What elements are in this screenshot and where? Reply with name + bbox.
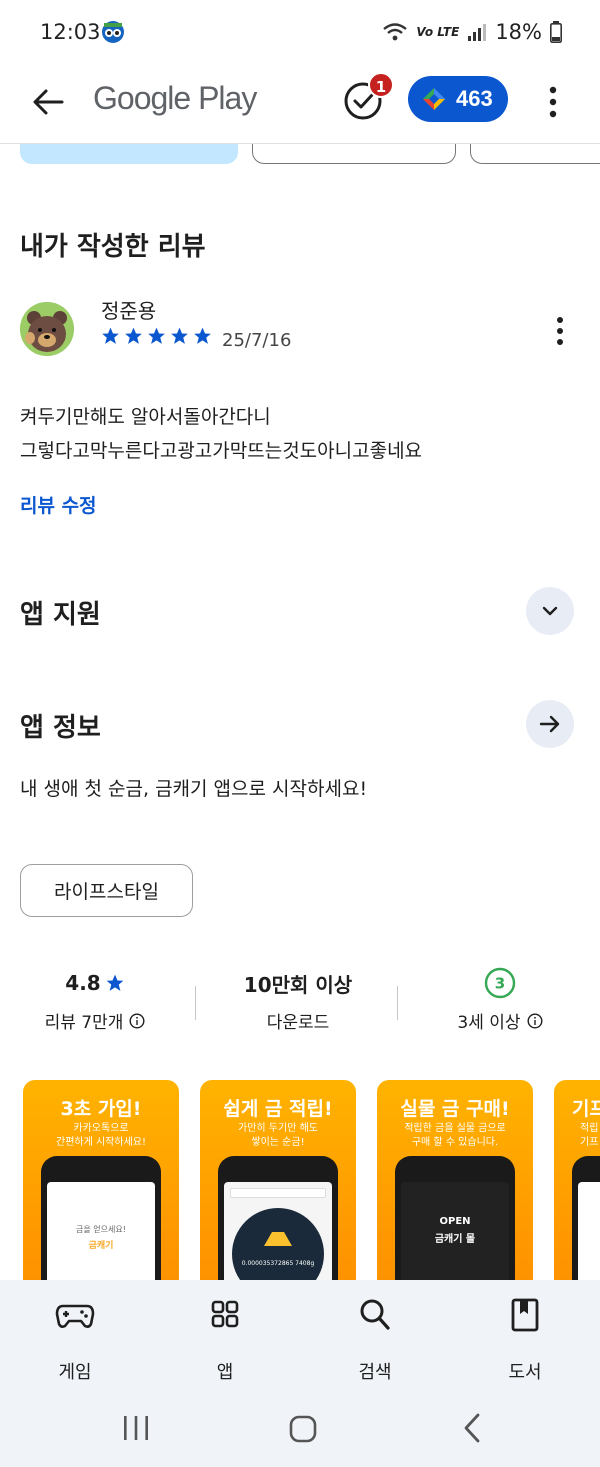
chevron-down-icon	[542, 606, 558, 616]
action-chip[interactable]	[252, 144, 456, 164]
star-icon	[194, 327, 211, 344]
play-points-icon	[423, 88, 445, 110]
rating-value: 4.8	[65, 971, 101, 995]
screenshot-title: 쉽게 금 적립!	[223, 1098, 333, 1120]
status-time: 12:03	[40, 20, 101, 44]
google-play-logo: Google Play	[93, 80, 257, 116]
review-text-line: 그렇다고막누른다고광고가막뜨는것도아니고좋네요	[20, 440, 423, 462]
nav-games-label: 게임	[58, 1362, 92, 1383]
bottom-navigation: 게임 앱 검색 도서	[0, 1280, 600, 1390]
battery-icon	[550, 21, 562, 43]
play-points-button[interactable]: 463	[408, 76, 508, 122]
about-app-title[interactable]: 앱 정보	[20, 707, 101, 744]
system-navigation	[0, 1390, 600, 1467]
screenshot-title: 3초 가입!	[60, 1098, 142, 1120]
gold-pile-icon	[264, 1232, 292, 1246]
star-icon	[125, 327, 142, 344]
star-icon	[171, 327, 188, 344]
reviewer-name: 정준용	[101, 299, 157, 323]
screenshot-subtitle: 카카오톡으로 간편하게 시작하세요!	[56, 1123, 146, 1148]
system-back-icon[interactable]	[458, 1412, 486, 1444]
rating-label: 리뷰 7만개	[44, 1013, 124, 1033]
info-icon	[527, 1012, 543, 1029]
screenshot-title: 실물 금 구매!	[400, 1098, 510, 1120]
screenshot-card[interactable]: 쉽게 금 적립! 가만히 두기만 해도 쌓이는 순금! 0.00003537286…	[200, 1080, 356, 1280]
action-chip[interactable]	[470, 144, 600, 164]
points-value: 463	[456, 86, 493, 111]
nav-apps[interactable]: 앱	[175, 1298, 275, 1384]
star-icon	[148, 327, 165, 344]
review-text: 켜두기만해도 알아서돌아간다니 그렇다고막누른다고광고가막뜨는것도아니고좋네요	[20, 400, 580, 468]
downloads-stat: 10만회 이상 다운로드	[216, 968, 380, 1034]
review-date: 25/7/16	[222, 330, 292, 351]
battery-percent: 18%	[495, 20, 542, 44]
stat-divider	[195, 986, 196, 1020]
home-icon[interactable]	[288, 1414, 318, 1444]
screenshot-card[interactable]: 3초 가입! 카카오톡으로 간편하게 시작하세요! 금을 얻으세요! 금캐기	[23, 1080, 179, 1280]
age-rating-number: 3	[495, 975, 505, 993]
screenshot-subtitle: 적립 기프	[580, 1123, 599, 1148]
search-icon	[360, 1299, 390, 1330]
nav-apps-label: 앱	[216, 1362, 234, 1383]
expand-support-button[interactable]	[526, 587, 574, 635]
screenshot-card[interactable]: 기프 적립 기프	[554, 1080, 600, 1280]
back-arrow-icon[interactable]	[28, 82, 68, 122]
app-support-title[interactable]: 앱 지원	[20, 594, 101, 631]
apps-grid-icon	[211, 1300, 239, 1328]
screenshot-subtitle: 가만히 두기만 해도 쌓이는 순금!	[238, 1123, 318, 1148]
action-chip-row	[0, 144, 600, 168]
about-app-button[interactable]	[526, 700, 574, 748]
arrow-right-icon	[539, 715, 560, 733]
nav-books[interactable]: 도서	[475, 1298, 575, 1384]
signal-icon	[468, 24, 487, 41]
review-text-line: 켜두기만해도 알아서돌아간다니	[20, 406, 271, 428]
age-rating-label: 3세 이상	[457, 1013, 521, 1033]
app-bar: Google Play 1 463	[0, 64, 600, 144]
status-bar: 12:03 Vo LTE 18%	[0, 0, 600, 64]
bear-avatar-icon	[20, 302, 74, 356]
phone-mockup	[572, 1156, 600, 1280]
edit-review-link[interactable]: 리뷰 수정	[20, 491, 97, 518]
nav-search-label: 검색	[358, 1362, 392, 1383]
gamepad-icon	[55, 1304, 95, 1328]
nav-search[interactable]: 검색	[325, 1298, 425, 1384]
rating-stat[interactable]: 4.8 리뷰 7만개	[20, 968, 170, 1033]
my-review-title: 내가 작성한 리뷰	[20, 232, 206, 262]
action-chip[interactable]	[20, 144, 238, 164]
nav-books-label: 도서	[508, 1362, 542, 1383]
review-stars	[100, 326, 213, 346]
downloads-value: 10만회 이상	[243, 972, 353, 997]
app-description: 내 생애 첫 순금, 금캐기 앱으로 시작하세요!	[20, 778, 368, 800]
screenshot-subtitle: 적립한 금을 실물 금으로 구매 할 수 있습니다.	[404, 1123, 506, 1148]
tasks-badge: 1	[368, 72, 394, 98]
book-icon	[511, 1298, 539, 1332]
phone-mockup: 0.000035372865 7408g	[218, 1156, 338, 1280]
screenshot-card[interactable]: 실물 금 구매! 적립한 금을 실물 금으로 구매 할 수 있습니다. OPEN …	[377, 1080, 533, 1280]
recent-apps-icon[interactable]	[122, 1414, 150, 1442]
more-vert-icon[interactable]	[540, 82, 566, 122]
wifi-icon	[383, 23, 408, 41]
age-rating-badge-icon: 3	[484, 967, 516, 999]
nav-games[interactable]: 게임	[25, 1298, 125, 1384]
star-icon	[106, 974, 124, 991]
avatar	[20, 302, 74, 356]
category-chip[interactable]: 라이프스타일	[20, 864, 193, 917]
notification-icon	[102, 21, 124, 43]
phone-mockup: OPEN 금캐기 몰	[395, 1156, 515, 1280]
status-indicators: Vo LTE 18%	[382, 20, 562, 44]
downloads-label: 다운로드	[266, 1013, 330, 1033]
phone-mockup: 금을 얻으세요! 금캐기	[41, 1156, 161, 1280]
star-icon	[102, 327, 119, 344]
app-stats: 4.8 리뷰 7만개 10만회 이상 다운로드 3 3세 이상	[0, 967, 600, 1038]
info-icon	[129, 1012, 145, 1029]
screenshot-carousel[interactable]: 3초 가입! 카카오톡으로 간편하게 시작하세요! 금을 얻으세요! 금캐기 쉽게…	[0, 1080, 600, 1280]
screenshot-title: 기프	[572, 1098, 600, 1120]
age-rating-stat[interactable]: 3 3세 이상	[420, 967, 580, 1033]
network-label: Vo LTE	[416, 25, 460, 39]
review-more-icon[interactable]	[548, 314, 572, 348]
stat-divider	[397, 986, 398, 1020]
